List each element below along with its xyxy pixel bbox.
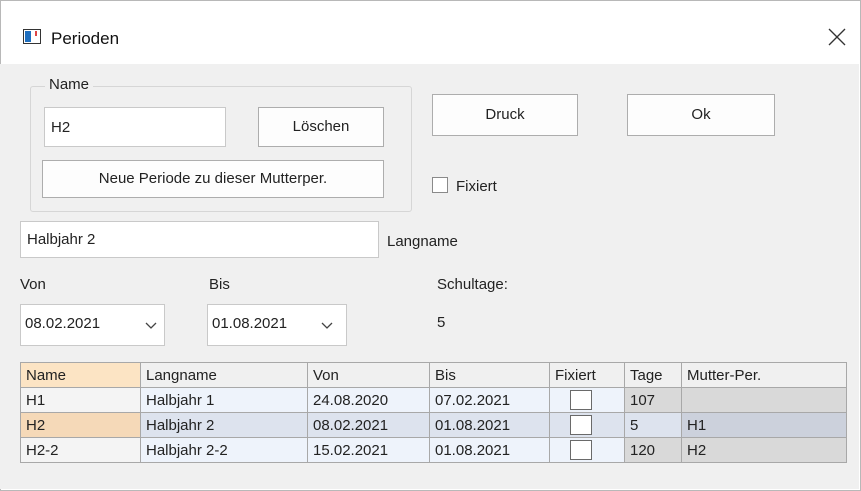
print-button[interactable]: Druck <box>432 94 578 136</box>
to-label: Bis <box>209 276 230 293</box>
cell-name[interactable]: H2 <box>20 412 141 438</box>
cell-mutter <box>681 387 847 413</box>
column-header-bis[interactable]: Bis <box>429 362 550 388</box>
chevron-down-icon <box>145 322 157 329</box>
column-header-tage[interactable]: Tage <box>624 362 682 388</box>
from-label: Von <box>20 276 46 293</box>
table-header-row: Name Langname Von Bis Fixiert Tage Mutte… <box>20 362 847 388</box>
cell-name[interactable]: H1 <box>20 387 141 413</box>
cell-fixiert[interactable] <box>549 437 625 463</box>
cell-name[interactable]: H2-2 <box>20 437 141 463</box>
cell-langname[interactable]: Halbjahr 2 <box>140 412 308 438</box>
delete-button[interactable]: Löschen <box>258 107 384 147</box>
fixed-cell-checkbox[interactable] <box>570 390 592 410</box>
column-header-name[interactable]: Name <box>20 362 141 388</box>
cell-tage: 107 <box>624 387 682 413</box>
cell-mutter: H1 <box>681 412 847 438</box>
column-header-mutter[interactable]: Mutter-Per. <box>681 362 847 388</box>
column-header-langname[interactable]: Langname <box>140 362 308 388</box>
from-date-value: 08.02.2021 <box>25 315 101 332</box>
table-row[interactable]: H1 Halbjahr 1 24.08.2020 07.02.2021 107 <box>20 387 847 413</box>
app-window-icon <box>23 29 41 44</box>
cell-langname[interactable]: Halbjahr 2-2 <box>140 437 308 463</box>
longname-label: Langname <box>387 233 458 250</box>
fixed-cell-checkbox[interactable] <box>570 415 592 435</box>
cell-fixiert[interactable] <box>549 412 625 438</box>
cell-bis[interactable]: 01.08.2021 <box>429 437 550 463</box>
ok-button[interactable]: Ok <box>627 94 775 136</box>
column-header-von[interactable]: Von <box>307 362 430 388</box>
name-group-legend: Name <box>45 76 94 93</box>
school-days-label: Schultage: <box>437 276 508 293</box>
fixed-cell-checkbox[interactable] <box>570 440 592 460</box>
periods-table: Name Langname Von Bis Fixiert Tage Mutte… <box>20 362 847 463</box>
fixed-label: Fixiert <box>456 178 497 195</box>
cell-mutter: H2 <box>681 437 847 463</box>
longname-input[interactable] <box>20 221 379 258</box>
cell-bis[interactable]: 07.02.2021 <box>429 387 550 413</box>
cell-von[interactable]: 08.02.2021 <box>307 412 430 438</box>
fixed-checkbox[interactable] <box>432 177 448 193</box>
cell-von[interactable]: 15.02.2021 <box>307 437 430 463</box>
chevron-down-icon <box>321 322 333 329</box>
title-bar: Perioden <box>1 1 860 65</box>
window-title: Perioden <box>51 29 120 48</box>
close-icon[interactable] <box>825 25 849 49</box>
column-header-fixiert[interactable]: Fixiert <box>549 362 625 388</box>
cell-langname[interactable]: Halbjahr 1 <box>140 387 308 413</box>
name-input[interactable] <box>44 107 226 147</box>
school-days-value: 5 <box>437 314 446 331</box>
from-date-picker[interactable]: 08.02.2021 <box>20 304 165 346</box>
cell-von[interactable]: 24.08.2020 <box>307 387 430 413</box>
cell-fixiert[interactable] <box>549 387 625 413</box>
table-row[interactable]: H2-2 Halbjahr 2-2 15.02.2021 01.08.2021 … <box>20 437 847 463</box>
to-date-value: 01.08.2021 <box>212 315 288 332</box>
cell-bis[interactable]: 01.08.2021 <box>429 412 550 438</box>
cell-tage: 120 <box>624 437 682 463</box>
to-date-picker[interactable]: 01.08.2021 <box>207 304 347 346</box>
cell-tage: 5 <box>624 412 682 438</box>
table-row[interactable]: H2 Halbjahr 2 08.02.2021 01.08.2021 5 H1 <box>20 412 847 438</box>
new-period-button[interactable]: Neue Periode zu dieser Mutterper. <box>42 160 384 198</box>
